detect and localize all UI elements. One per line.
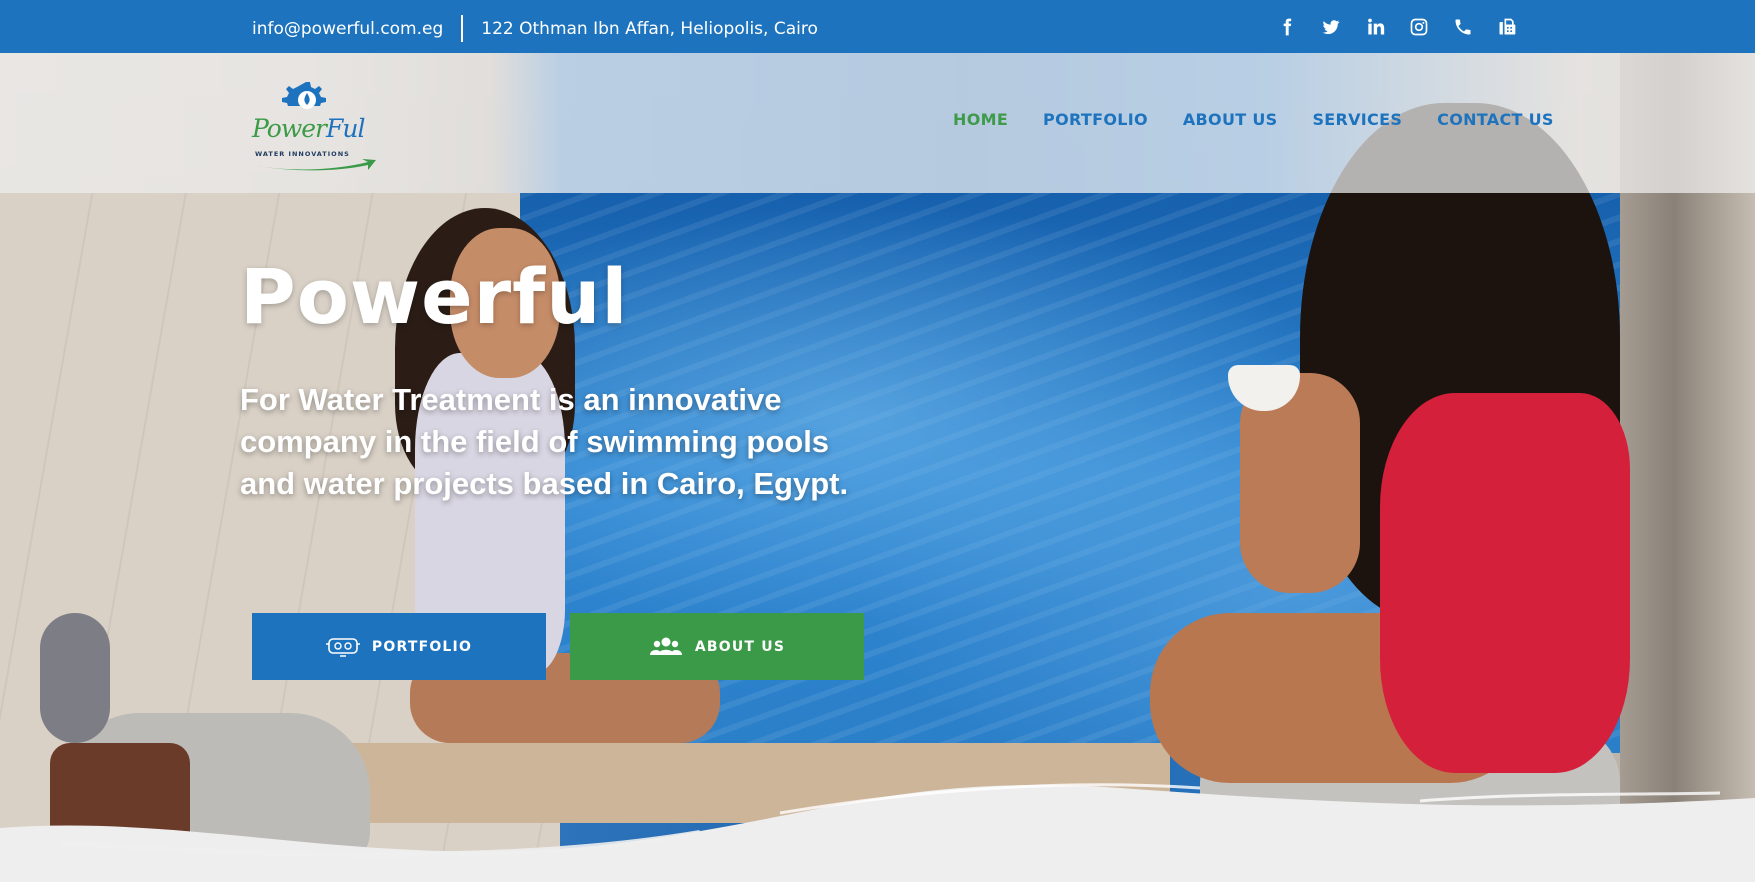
- nav-about-us[interactable]: ABOUT US: [1183, 110, 1278, 129]
- address-text: 122 Othman Ibn Affan, Heliopolis, Cairo: [481, 18, 818, 39]
- logo-wordmark-part2: Ful: [326, 114, 365, 143]
- hero-title: Powerful: [240, 252, 629, 341]
- logo-wordmark: PowerFul: [252, 114, 365, 143]
- divider: [461, 15, 464, 42]
- facebook-icon[interactable]: [1265, 15, 1309, 39]
- logo-wordmark-part1: Power: [252, 114, 327, 143]
- linkedin-icon[interactable]: [1353, 15, 1397, 39]
- logo-swoosh: [256, 159, 376, 171]
- nav-services[interactable]: SERVICES: [1312, 110, 1402, 129]
- about-us-button-label: ABOUT US: [694, 638, 786, 655]
- main-navigation: HOME PORTFOLIO ABOUT US SERVICES CONTACT…: [953, 110, 1589, 129]
- main-header: PowerFul WATER INNOVATIONS HOME PORTFOLI…: [0, 53, 1755, 193]
- twitter-icon[interactable]: [1309, 15, 1353, 39]
- site-logo[interactable]: PowerFul WATER INNOVATIONS: [252, 78, 382, 171]
- top-bar: info@powerful.com.eg 122 Othman Ibn Affa…: [0, 0, 1755, 53]
- contact-info: info@powerful.com.eg 122 Othman Ibn Affa…: [252, 15, 818, 42]
- users-icon: [649, 637, 682, 655]
- vr-headset-icon: [325, 637, 360, 657]
- phone-icon[interactable]: [1441, 15, 1485, 39]
- instagram-icon[interactable]: [1397, 15, 1441, 39]
- nav-portfolio[interactable]: PORTFOLIO: [1043, 110, 1148, 129]
- fax-icon[interactable]: [1485, 15, 1529, 39]
- social-links: [1265, 15, 1529, 39]
- hero-subtitle: For Water Treatment is an innovative com…: [240, 382, 849, 501]
- email-link[interactable]: info@powerful.com.eg: [252, 19, 443, 39]
- portfolio-button-label: PORTFOLIO: [371, 638, 473, 655]
- about-us-button[interactable]: ABOUT US: [570, 613, 864, 680]
- nav-home[interactable]: HOME: [953, 110, 1008, 129]
- nav-contact-us[interactable]: CONTACT US: [1437, 110, 1554, 129]
- portfolio-button[interactable]: PORTFOLIO: [252, 613, 546, 680]
